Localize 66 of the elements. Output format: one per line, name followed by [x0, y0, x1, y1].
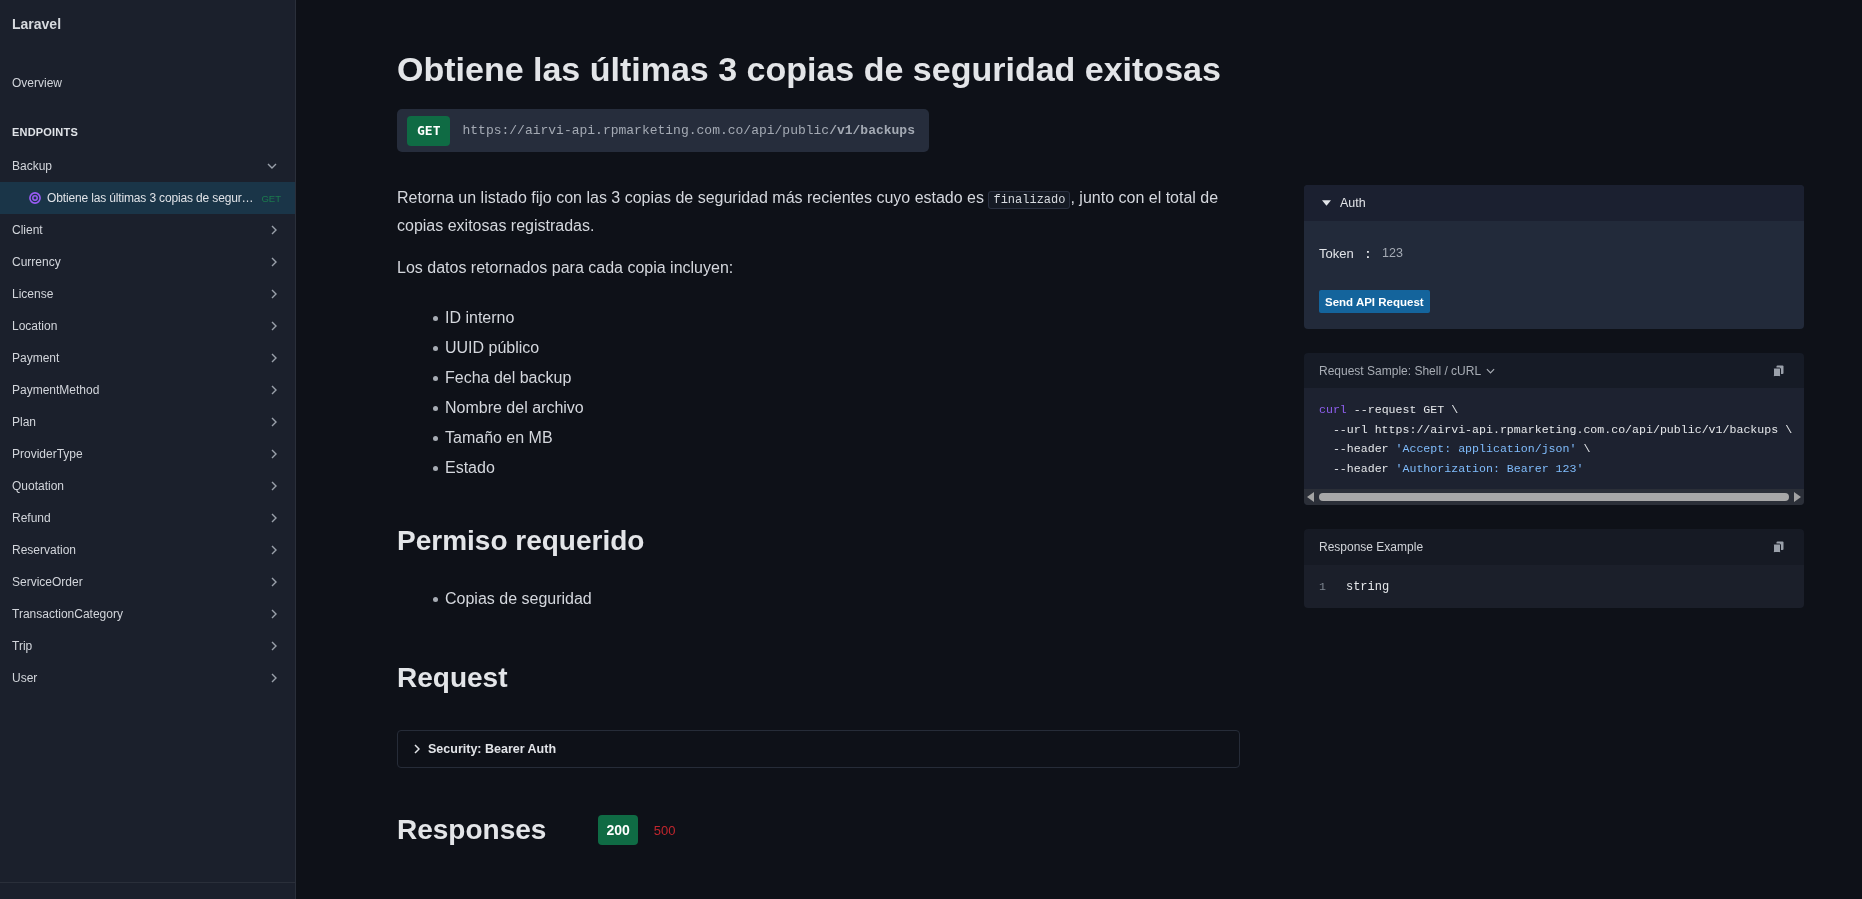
bullet-icon — [433, 596, 438, 602]
target-icon — [29, 192, 41, 204]
code-line: --header 'Accept: application/json' \ — [1331, 441, 1591, 458]
sidebar-item[interactable]: Backup — [0, 150, 295, 182]
sidebar-item[interactable]: TransactionCategory — [0, 598, 295, 630]
section-heading: Request — [397, 661, 508, 695]
token-input[interactable]: 123 — [1382, 246, 1503, 260]
paragraph-text: Los datos retornados para cada copia incluyen: — [397, 258, 734, 278]
method-label: GET — [261, 192, 281, 204]
sidebar-item[interactable]: Location — [0, 310, 295, 342]
bullet-icon — [433, 375, 438, 381]
security-toggle[interactable]: Security: Bearer Auth — [397, 730, 1240, 768]
panel-title: Response Example — [1319, 540, 1424, 555]
list-item-text: Estado — [445, 459, 495, 477]
section-heading: Permiso requerido — [397, 524, 645, 558]
field-label: Token — [1319, 245, 1354, 261]
bullet-icon — [433, 315, 438, 321]
scrollbar-thumb[interactable] — [1319, 493, 1789, 502]
bullet-icon — [433, 405, 438, 411]
language-dropdown[interactable]: Request Sample: Shell / cURL — [1319, 363, 1496, 378]
sidebar-item[interactable]: Refund — [0, 502, 295, 534]
scroll-right-icon[interactable] — [1794, 492, 1801, 503]
chevron-down-icon — [1486, 367, 1496, 374]
copy-icon[interactable] — [1773, 541, 1784, 554]
sidebar-item[interactable]: Obtiene las últimas 3 copias de segur… GET — [0, 182, 295, 214]
status-tab[interactable]: 200 — [598, 815, 638, 845]
bullet-icon — [433, 345, 438, 351]
code-line: string — [1345, 579, 1390, 594]
list-item-text: Copias de seguridad — [445, 590, 592, 608]
code-line: --url https://airvi-api.rpmarketing.com.co/api/public/v1/backups \ — [1331, 421, 1793, 438]
sidebar-item[interactable]: ServiceOrder — [0, 566, 295, 598]
bullet-icon — [433, 465, 438, 471]
horizontal-scrollbar[interactable] — [1304, 489, 1804, 506]
sidebar-item[interactable]: Currency — [0, 246, 295, 278]
list-item-text: ID interno — [445, 309, 515, 327]
sidebar-item[interactable]: User — [0, 662, 295, 694]
list-item-text: Nombre del archivo — [445, 399, 584, 417]
description-text: Retorna un listado fijo con las 3 copias de seguridad más recientes cuyo estado es finalizado , junto con el total de copias exitosas registradas. — [397, 188, 1220, 236]
method-badge: GET — [407, 115, 451, 146]
endpoint-url: https://airvi-api.rpmarketing.com.co/api/public/v1/backups — [462, 123, 915, 138]
sidebar-item[interactable]: ProviderType — [0, 438, 295, 470]
auth-toggle[interactable]: Auth — [1304, 185, 1804, 221]
scroll-left-icon[interactable] — [1307, 492, 1314, 503]
sidebar-item[interactable]: Quotation — [0, 470, 295, 502]
code-line: --header 'Authorization: Bearer 123' — [1331, 460, 1584, 477]
list-item-text: Fecha del backup — [445, 369, 572, 387]
line-number: 1 — [1319, 580, 1326, 594]
list-item-text: UUID público — [445, 339, 540, 357]
sidebar-item[interactable]: PaymentMethod — [0, 374, 295, 406]
sidebar-item[interactable]: Client — [0, 214, 295, 246]
sidebar-item[interactable]: Trip — [0, 630, 295, 662]
sidebar-item[interactable]: Payment — [0, 342, 295, 374]
app-title: Laravel — [11, 15, 63, 34]
field-separator: : — [1365, 245, 1371, 261]
sidebar-item[interactable]: Reservation — [0, 534, 295, 566]
list-item-text: Tamaño en MB — [445, 429, 553, 447]
code-line: curl --request GET \ — [1319, 402, 1459, 418]
section-heading: Responses — [397, 813, 547, 847]
page-title: Obtiene las últimas 3 copias de seguridad exitosas — [397, 49, 1221, 89]
send-request-button[interactable]: Send API Request — [1319, 290, 1430, 313]
sidebar-item[interactable]: License — [0, 278, 295, 310]
bullet-icon — [433, 435, 438, 441]
sidebar-item[interactable]: Plan — [0, 406, 295, 438]
section-heading: ENDPOINTS — [11, 125, 79, 140]
copy-icon[interactable] — [1773, 364, 1784, 377]
sidebar-item[interactable]: Overview — [0, 67, 295, 99]
